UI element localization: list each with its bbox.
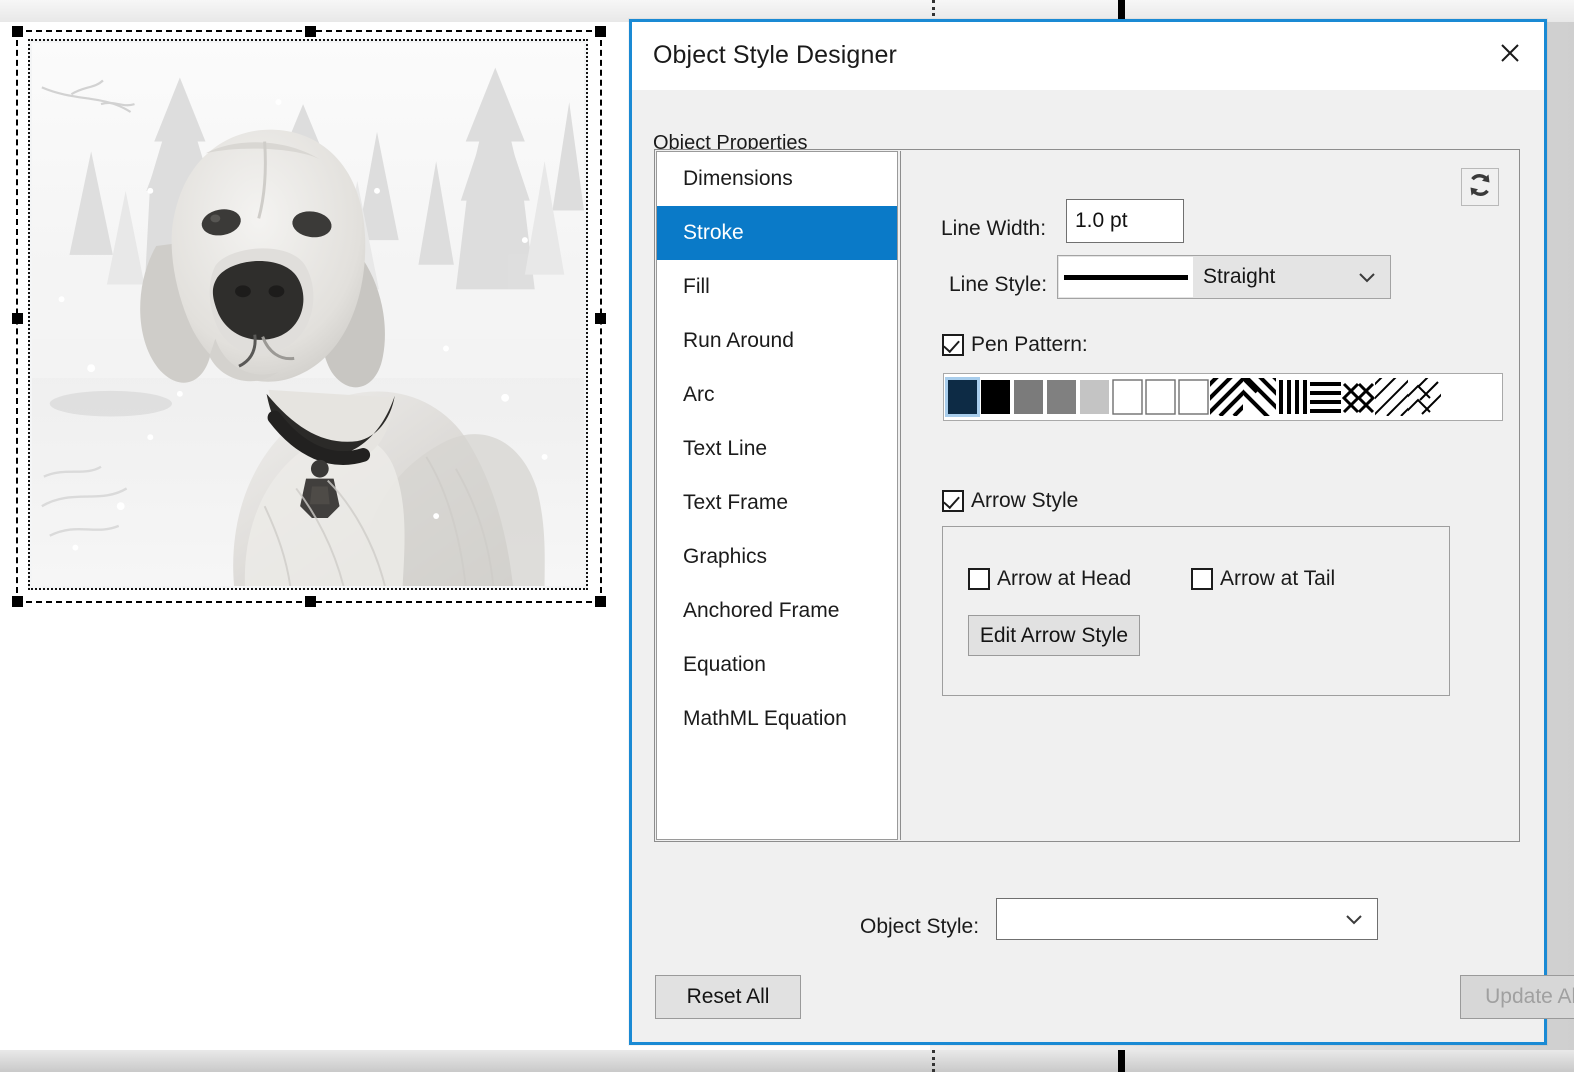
- list-item-text-line[interactable]: Text Line: [657, 422, 897, 476]
- column-guide-bottom-icon: [932, 1050, 935, 1072]
- arrow-style-checkbox[interactable]: [942, 490, 964, 512]
- pen-pattern-swatch-diagonal-up-thin[interactable]: [1375, 378, 1408, 416]
- close-icon: [1499, 42, 1521, 67]
- arrow-at-tail-row[interactable]: Arrow at Tail: [1191, 567, 1335, 591]
- arrow-at-head-row[interactable]: Arrow at Head: [968, 567, 1131, 591]
- property-category-list[interactable]: Dimensions Stroke Fill Run Around Arc Te…: [656, 151, 898, 840]
- selection-handle-bottom-left[interactable]: [12, 596, 23, 607]
- pen-pattern-swatch-white-3[interactable]: [1177, 378, 1210, 416]
- close-button[interactable]: [1482, 28, 1538, 80]
- list-item-mathml-equation[interactable]: MathML Equation: [657, 692, 897, 746]
- arrow-at-tail-checkbox[interactable]: [1191, 568, 1213, 590]
- list-item-dimensions[interactable]: Dimensions: [657, 152, 897, 206]
- reset-all-button[interactable]: Reset All: [655, 975, 801, 1019]
- list-item-graphics[interactable]: Graphics: [657, 530, 897, 584]
- list-item-run-around[interactable]: Run Around: [657, 314, 897, 368]
- list-item-arc[interactable]: Arc: [657, 368, 897, 422]
- screen: Object Style Designer Object Properties …: [0, 0, 1574, 1072]
- refresh-button[interactable]: [1461, 168, 1499, 206]
- line-style-combobox[interactable]: Straight: [1057, 255, 1391, 299]
- margin-marker-bottom-icon: [1118, 1050, 1125, 1072]
- list-item-text-frame[interactable]: Text Frame: [657, 476, 897, 530]
- pen-pattern-swatch-cross-diamond[interactable]: [1342, 378, 1375, 416]
- arrow-style-group: Arrow at Head Arrow at Tail Edit Arrow S…: [942, 526, 1450, 696]
- list-item-stroke[interactable]: Stroke: [657, 206, 897, 260]
- pen-pattern-swatch-gray-70[interactable]: [1012, 378, 1045, 416]
- pen-pattern-swatch-diagonal-up-thick[interactable]: [1210, 378, 1243, 416]
- pen-pattern-swatch-chevron-thin[interactable]: [1408, 378, 1441, 416]
- pen-pattern-swatch-gray-60[interactable]: [1045, 378, 1078, 416]
- selection-handle-middle-right[interactable]: [595, 313, 606, 324]
- pen-pattern-swatch-solid-black[interactable]: [979, 378, 1012, 416]
- arrow-at-head-label: Arrow at Head: [997, 567, 1132, 590]
- chevron-down-icon: [1358, 271, 1376, 283]
- line-style-label: Line Style:: [949, 273, 1048, 296]
- pen-pattern-swatch-diagonal-down-thick[interactable]: [1243, 378, 1276, 416]
- pen-pattern-checkbox[interactable]: [942, 334, 964, 356]
- list-item-equation[interactable]: Equation: [657, 638, 897, 692]
- object-style-combobox[interactable]: [996, 898, 1378, 940]
- selection-handle-middle-left[interactable]: [12, 313, 23, 324]
- pen-pattern-swatch-gray-25[interactable]: [1078, 378, 1111, 416]
- selection-rectangle[interactable]: [12, 26, 606, 607]
- pen-pattern-swatch-horizontal-lines[interactable]: [1309, 378, 1342, 416]
- dialog-titlebar: Object Style Designer: [632, 22, 1544, 90]
- arrow-style-label: Arrow Style: [971, 489, 1079, 512]
- page-gutter-bottom: [0, 1050, 1574, 1072]
- selection-handle-bottom-right[interactable]: [595, 596, 606, 607]
- object-style-label: Object Style:: [860, 915, 980, 938]
- object-properties-panel: Dimensions Stroke Fill Run Around Arc Te…: [654, 149, 1520, 842]
- selection-handle-top-left[interactable]: [12, 26, 23, 37]
- pen-pattern-swatch-vertical-lines[interactable]: [1276, 378, 1309, 416]
- pen-pattern-swatch-white-2[interactable]: [1144, 378, 1177, 416]
- line-style-preview: [1059, 257, 1193, 297]
- line-width-label: Line Width:: [941, 217, 1047, 240]
- refresh-icon: [1465, 170, 1495, 205]
- edit-arrow-style-button[interactable]: Edit Arrow Style: [968, 615, 1140, 656]
- line-width-input[interactable]: [1066, 199, 1184, 243]
- chevron-down-icon: [1345, 913, 1363, 925]
- object-style-designer-dialog: Object Style Designer Object Properties …: [629, 19, 1574, 1045]
- list-item-anchored-frame[interactable]: Anchored Frame: [657, 584, 897, 638]
- selection-handle-top-center[interactable]: [305, 26, 316, 37]
- arrow-style-checkbox-row[interactable]: Arrow Style: [942, 489, 1078, 513]
- stroke-properties-pane: Line Width: Line Style: Straight Pen Pat…: [900, 151, 1518, 840]
- selection-handle-top-right[interactable]: [595, 26, 606, 37]
- line-style-value: Straight: [1203, 265, 1276, 288]
- dialog-title: Object Style Designer: [653, 41, 897, 69]
- selection-handle-bottom-center[interactable]: [305, 596, 316, 607]
- pen-pattern-swatches[interactable]: [943, 373, 1503, 421]
- update-all-button: Update All: [1460, 975, 1574, 1019]
- pen-pattern-label: Pen Pattern:: [971, 333, 1088, 356]
- arrow-at-tail-label: Arrow at Tail: [1220, 567, 1336, 590]
- list-item-fill[interactable]: Fill: [657, 260, 897, 314]
- arrow-at-head-checkbox[interactable]: [968, 568, 990, 590]
- pen-pattern-swatch-white-1[interactable]: [1111, 378, 1144, 416]
- pen-pattern-swatch-solid-dark-navy[interactable]: [945, 377, 980, 417]
- pen-pattern-checkbox-row[interactable]: Pen Pattern:: [942, 333, 1088, 357]
